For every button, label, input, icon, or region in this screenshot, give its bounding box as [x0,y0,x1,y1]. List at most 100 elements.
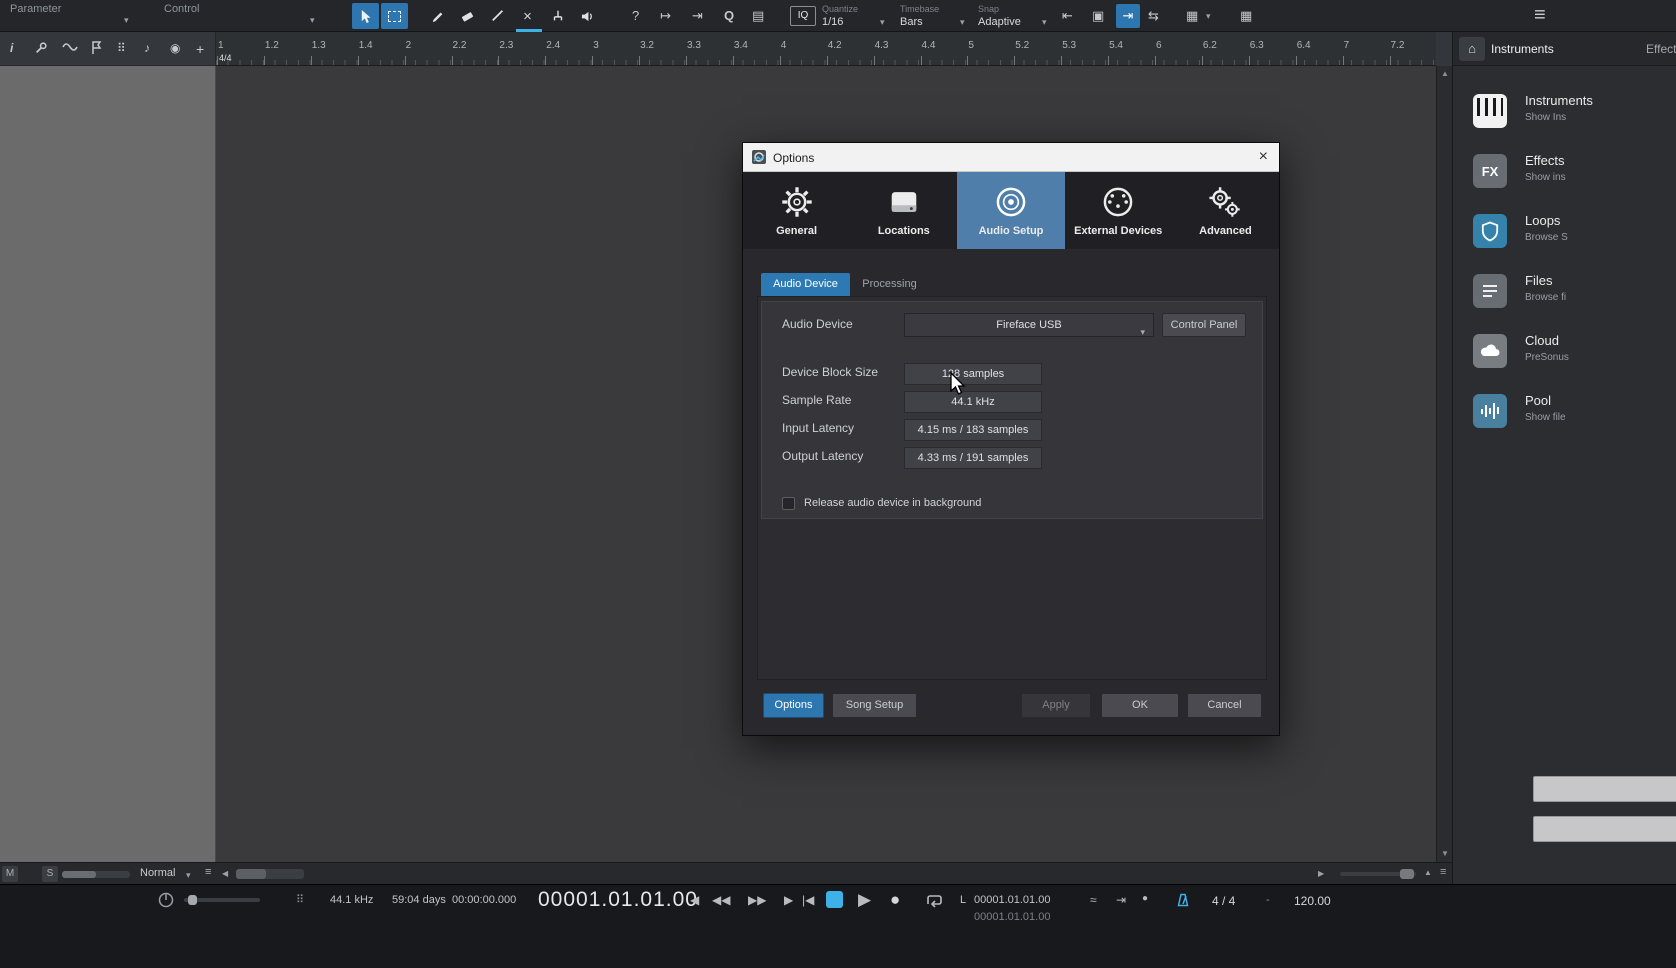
loop-end-display[interactable]: 00001.01.01.00 [974,911,1050,923]
range-tool-button[interactable] [381,3,408,29]
nudge-right-icon[interactable]: ↦ [660,8,671,24]
zoom-fit-icon[interactable]: ≡ [1440,866,1446,878]
mode-select[interactable]: Normal [140,867,175,879]
tab-instruments[interactable]: Instruments [1491,42,1554,56]
vertical-scrollbar[interactable]: ▲ ▼ [1436,66,1452,862]
tab-locations[interactable]: Locations [850,172,957,249]
volume-slider-handle[interactable] [62,871,96,878]
browser-item-files[interactable]: Files Browse fi [1453,262,1676,322]
browser-item-effects[interactable]: FX Effects Show ins [1453,142,1676,202]
scroll-down-icon[interactable]: ▼ [1437,849,1453,858]
nudge-bar-icon[interactable]: ⇥ [692,8,703,24]
cancel-button[interactable]: Cancel [1187,693,1262,718]
snap-select[interactable]: Snap Adaptive ▾ [978,0,1054,32]
paint-tool-button[interactable] [484,3,511,29]
output-level-slider[interactable] [184,895,260,905]
help-icon[interactable]: ? [632,8,639,23]
play-button[interactable]: ▶ [858,890,871,910]
loop-start-display[interactable]: 00001.01.01.00 [974,894,1050,906]
quantize-panel-icon[interactable]: ▤ [752,8,764,24]
swap-icon[interactable]: ⇆ [1148,8,1159,24]
main-time-display[interactable]: 00001.01.01.00 [538,888,698,912]
release-audio-device-checkbox[interactable] [782,497,795,510]
loop-button[interactable] [924,893,944,911]
tempo-decrement[interactable]: - [1266,894,1270,906]
zoom-slider-handle[interactable] [1400,869,1414,879]
mute-tool-button[interactable]: × [514,3,541,29]
device-block-size-value[interactable]: 128 samples [904,363,1042,385]
autoscroll-icon[interactable]: ⇤ [1062,8,1073,24]
marker-box-icon[interactable]: ▣ [1092,8,1104,24]
list-menu-icon[interactable]: ≡ [205,866,211,878]
block-view-icon[interactable]: ▦ [1240,8,1252,24]
note-list-icon[interactable]: ♪ [144,41,150,55]
automation-curve-icon[interactable] [62,41,78,56]
scroll-right-icon[interactable]: ▶ [1318,869,1324,878]
browser-item-cloud[interactable]: Cloud PreSonus [1453,322,1676,382]
floating-panel[interactable] [1533,776,1676,802]
mute-button[interactable]: M [2,866,18,882]
next-bar-button[interactable]: ▶ [784,893,793,907]
timeline-ruler[interactable]: 1 1.2 1.3 1.4 2 2.2 2.3 2.4 3 3.2 3.3 3.4 4 4.2 4.3 4.4… [216,32,1436,66]
punch-in-icon[interactable]: ⇥ [1116,893,1126,907]
timebase-select[interactable]: Timebase Bars ▾ [900,0,972,32]
stop-button[interactable] [826,891,843,908]
home-icon[interactable]: ⌂ [1459,37,1485,61]
grip-dots-icon[interactable]: ⠿ [296,893,304,906]
time-signature-display[interactable]: 4 / 4 [1212,894,1235,908]
close-icon[interactable]: × [1259,148,1268,166]
subtab-audio-device[interactable]: Audio Device [761,273,850,296]
horizontal-scrollbar[interactable] [236,869,304,879]
zoom-in-icon[interactable]: ▲ [1424,868,1432,877]
tab-external-devices[interactable]: External Devices [1065,172,1172,249]
metronome-icon[interactable] [1176,893,1190,911]
tab-effects[interactable]: Effects [1646,42,1676,56]
pencil-tool-button[interactable] [424,3,451,29]
options-button[interactable]: Options [763,693,824,718]
browser-item-instruments[interactable]: Instruments Show Ins [1453,82,1676,142]
return-to-start-button[interactable]: |◀ [802,893,814,907]
solo-button[interactable]: S [42,866,58,882]
pre-roll-icon[interactable]: ≈ [1090,893,1097,907]
record-button[interactable]: ● [890,890,900,910]
volume-slider[interactable] [62,871,130,878]
dialog-titlebar[interactable]: Options × [743,143,1279,172]
clock-icon[interactable]: ◉ [170,41,180,55]
chevron-down-icon[interactable]: ▾ [1206,12,1211,21]
tab-general[interactable]: General [743,172,850,249]
info-icon[interactable]: i [10,41,13,55]
grid-mode-icon[interactable]: ▦ [1186,8,1198,24]
quantize-q-icon[interactable]: Q [724,8,734,23]
sample-rate-display[interactable]: 44.1 kHz [330,894,373,906]
control-panel-button[interactable]: Control Panel [1162,313,1246,337]
browser-item-pool[interactable]: Pool Show file [1453,382,1676,442]
ok-button[interactable]: OK [1101,693,1179,718]
subtab-processing[interactable]: Processing [850,273,929,296]
tempo-display[interactable]: 120.00 [1294,894,1331,908]
quantize-select[interactable]: Quantize 1/16 ▾ [822,0,892,32]
iq-button[interactable]: IQ [790,6,816,26]
tab-advanced[interactable]: Advanced [1172,172,1279,249]
monitor-knob-icon[interactable] [158,892,174,911]
main-menu-icon[interactable]: ≡ [1534,4,1546,27]
listen-tool-button[interactable] [574,3,601,29]
rewind-button[interactable]: ◀◀ [712,893,730,907]
previous-bar-button[interactable]: ◀ [690,893,699,907]
output-level-handle[interactable] [188,895,197,905]
wrench-icon[interactable] [34,41,48,58]
apply-button[interactable]: Apply [1021,693,1091,718]
eraser-tool-button[interactable] [454,3,481,29]
marker-flag-icon[interactable] [90,41,103,58]
horizontal-scrollbar-thumb[interactable] [236,869,266,879]
chevron-down-icon[interactable]: ▾ [186,871,191,880]
song-setup-button[interactable]: Song Setup [832,693,917,718]
scroll-left-icon[interactable]: ◀ [222,869,228,878]
tab-audio-setup[interactable]: Audio Setup [957,172,1065,249]
scroll-up-icon[interactable]: ▲ [1437,69,1453,78]
zoom-slider[interactable] [1340,869,1416,879]
sample-rate-value[interactable]: 44.1 kHz [904,391,1042,413]
add-track-icon[interactable]: + [196,41,204,57]
browser-item-loops[interactable]: Loops Browse S [1453,202,1676,262]
split-tool-button[interactable] [544,3,571,29]
floating-panel[interactable] [1533,816,1676,842]
